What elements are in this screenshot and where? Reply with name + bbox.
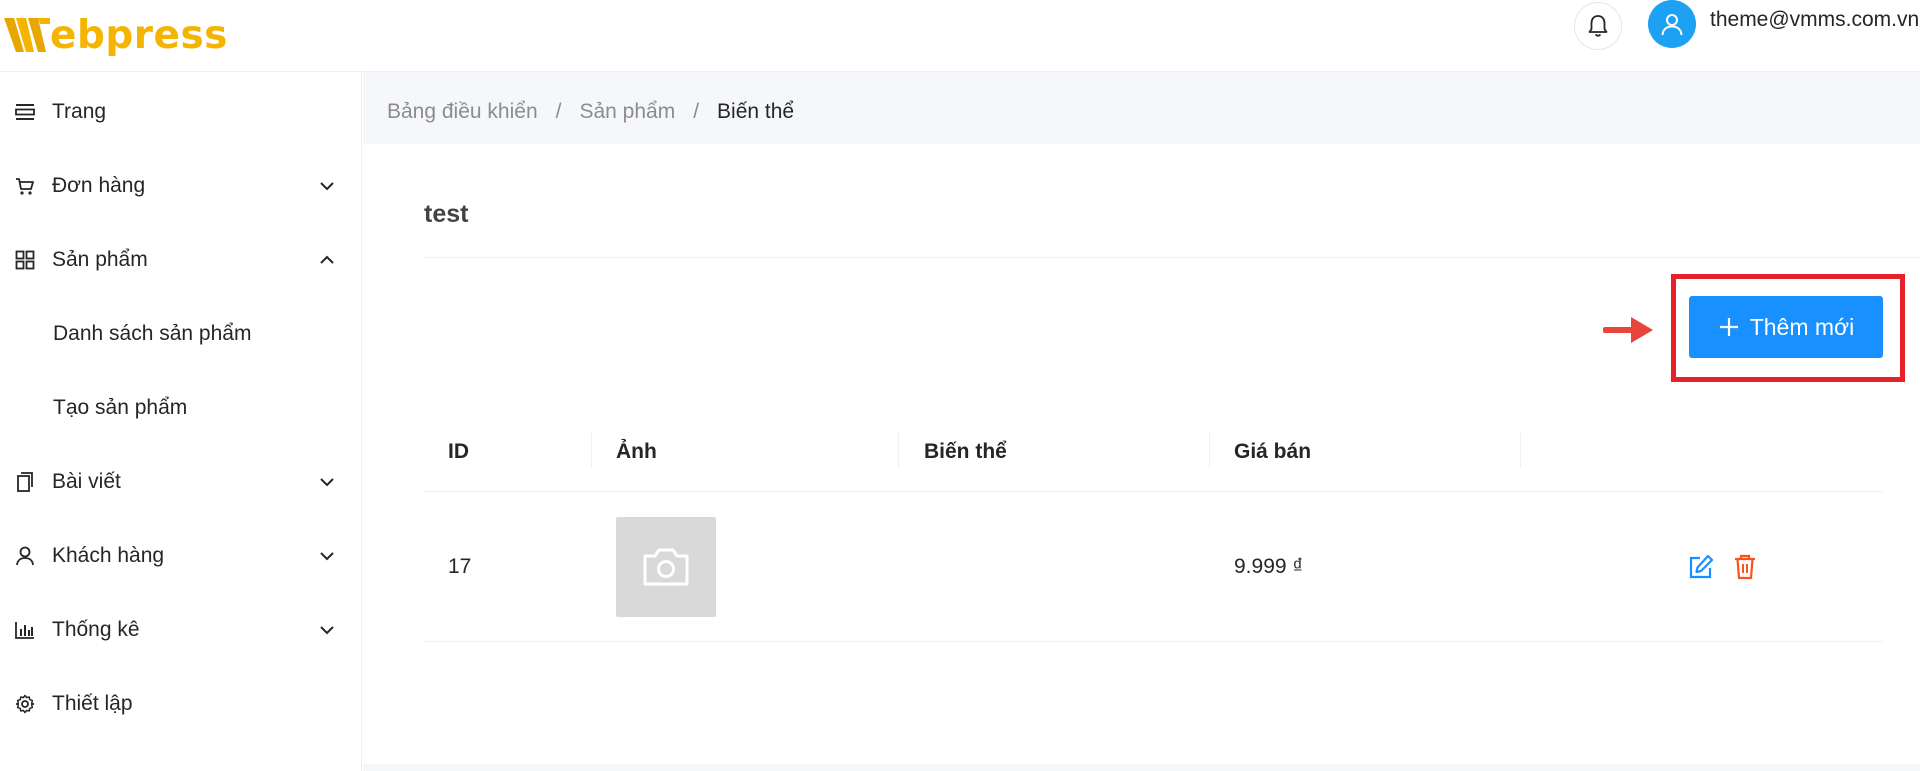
column-header-price: Giá bán — [1234, 440, 1312, 463]
copy-icon — [14, 471, 36, 493]
trash-icon — [1735, 554, 1755, 580]
camera-icon — [643, 548, 689, 586]
table-header: ID Ảnh Biến thể Giá bán — [424, 412, 1883, 492]
logo-w-mark — [4, 18, 50, 52]
column-separator — [898, 432, 899, 468]
card-title: test — [424, 200, 469, 228]
cart-icon — [14, 175, 36, 197]
sidebar-item-thiet-lap[interactable]: Thiết lập — [0, 676, 362, 732]
user-avatar[interactable] — [1648, 0, 1696, 48]
sidebar-item-label: Trang — [52, 100, 107, 123]
column-header-id: ID — [448, 440, 469, 463]
sidebar-item-label: Sản phẩm — [52, 248, 148, 271]
brand-logo[interactable]: ebpress — [4, 6, 228, 58]
table-row: 17 9.999 ₫ — [424, 492, 1883, 642]
column-separator — [591, 432, 592, 468]
sidebar-item-tao-san-pham[interactable]: Tạo sản phẩm — [0, 380, 362, 436]
sidebar: Trang Đơn hàng Sản phẩm Danh sách sản ph… — [0, 72, 362, 771]
arrow-right-icon — [1603, 317, 1653, 343]
delete-button[interactable] — [1730, 552, 1760, 582]
bar-chart-icon — [14, 619, 36, 641]
cell-id: 17 — [448, 555, 472, 578]
app-root: ebpress theme@vmms.com.vn Trang Đơn hàng… — [0, 0, 1920, 771]
cell-actions — [1686, 492, 1760, 642]
sidebar-item-label: Đơn hàng — [52, 174, 146, 197]
edit-icon — [1689, 554, 1714, 579]
bell-icon — [1588, 15, 1608, 37]
notification-button[interactable] — [1574, 2, 1622, 50]
sidebar-item-label: Danh sách sản phẩm — [53, 322, 252, 345]
chevron-down-icon — [320, 478, 334, 487]
sidebar-item-danh-sach-san-pham[interactable]: Danh sách sản phẩm — [0, 306, 362, 362]
chevron-down-icon — [320, 626, 334, 635]
column-header-variant: Biến thể — [924, 440, 1007, 463]
variant-card: test Thêm mới ID Ảnh Biến thể Giá bán 17… — [363, 144, 1920, 764]
sidebar-item-bai-viet[interactable]: Bài viết — [0, 454, 362, 510]
cell-price: 9.999 ₫ — [1234, 555, 1304, 578]
sidebar-item-label: Thống kê — [52, 618, 140, 641]
add-new-button[interactable]: Thêm mới — [1689, 296, 1883, 358]
sidebar-item-label: Thiết lập — [52, 692, 133, 715]
edit-button[interactable] — [1686, 552, 1716, 582]
logo-text: ebpress — [50, 13, 228, 58]
column-separator — [1520, 432, 1521, 468]
variants-table: ID Ảnh Biến thể Giá bán 17 9.999 ₫ — [424, 412, 1883, 642]
sidebar-item-label: Bài viết — [52, 470, 121, 493]
sidebar-item-thong-ke[interactable]: Thống kê — [0, 602, 362, 658]
user-avatar-icon — [1661, 14, 1683, 36]
grid-icon — [14, 249, 36, 271]
chevron-down-icon — [320, 182, 334, 191]
product-image-placeholder[interactable] — [616, 517, 716, 617]
cell-image — [616, 492, 716, 642]
gear-icon — [14, 693, 36, 715]
column-header-image: Ảnh — [616, 440, 657, 463]
column-separator — [1209, 432, 1210, 468]
add-new-button-label: Thêm mới — [1749, 313, 1855, 340]
plus-icon — [1719, 318, 1738, 336]
sidebar-item-don-hang[interactable]: Đơn hàng — [0, 158, 362, 214]
card-divider — [424, 257, 1920, 258]
user-email[interactable]: theme@vmms.com.vn — [1710, 8, 1919, 32]
chevron-up-icon — [320, 255, 334, 264]
sidebar-item-khach-hang[interactable]: Khách hàng — [0, 528, 362, 584]
sidebar-item-label: Tạo sản phẩm — [53, 396, 188, 419]
user-icon — [14, 545, 36, 567]
sidebar-item-label: Khách hàng — [52, 544, 165, 567]
layout-icon — [14, 101, 36, 123]
chevron-down-icon — [320, 552, 334, 561]
top-header: ebpress theme@vmms.com.vn — [0, 0, 1920, 72]
sidebar-item-san-pham[interactable]: Sản phẩm — [0, 232, 362, 288]
sidebar-item-trang[interactable]: Trang — [0, 84, 362, 140]
